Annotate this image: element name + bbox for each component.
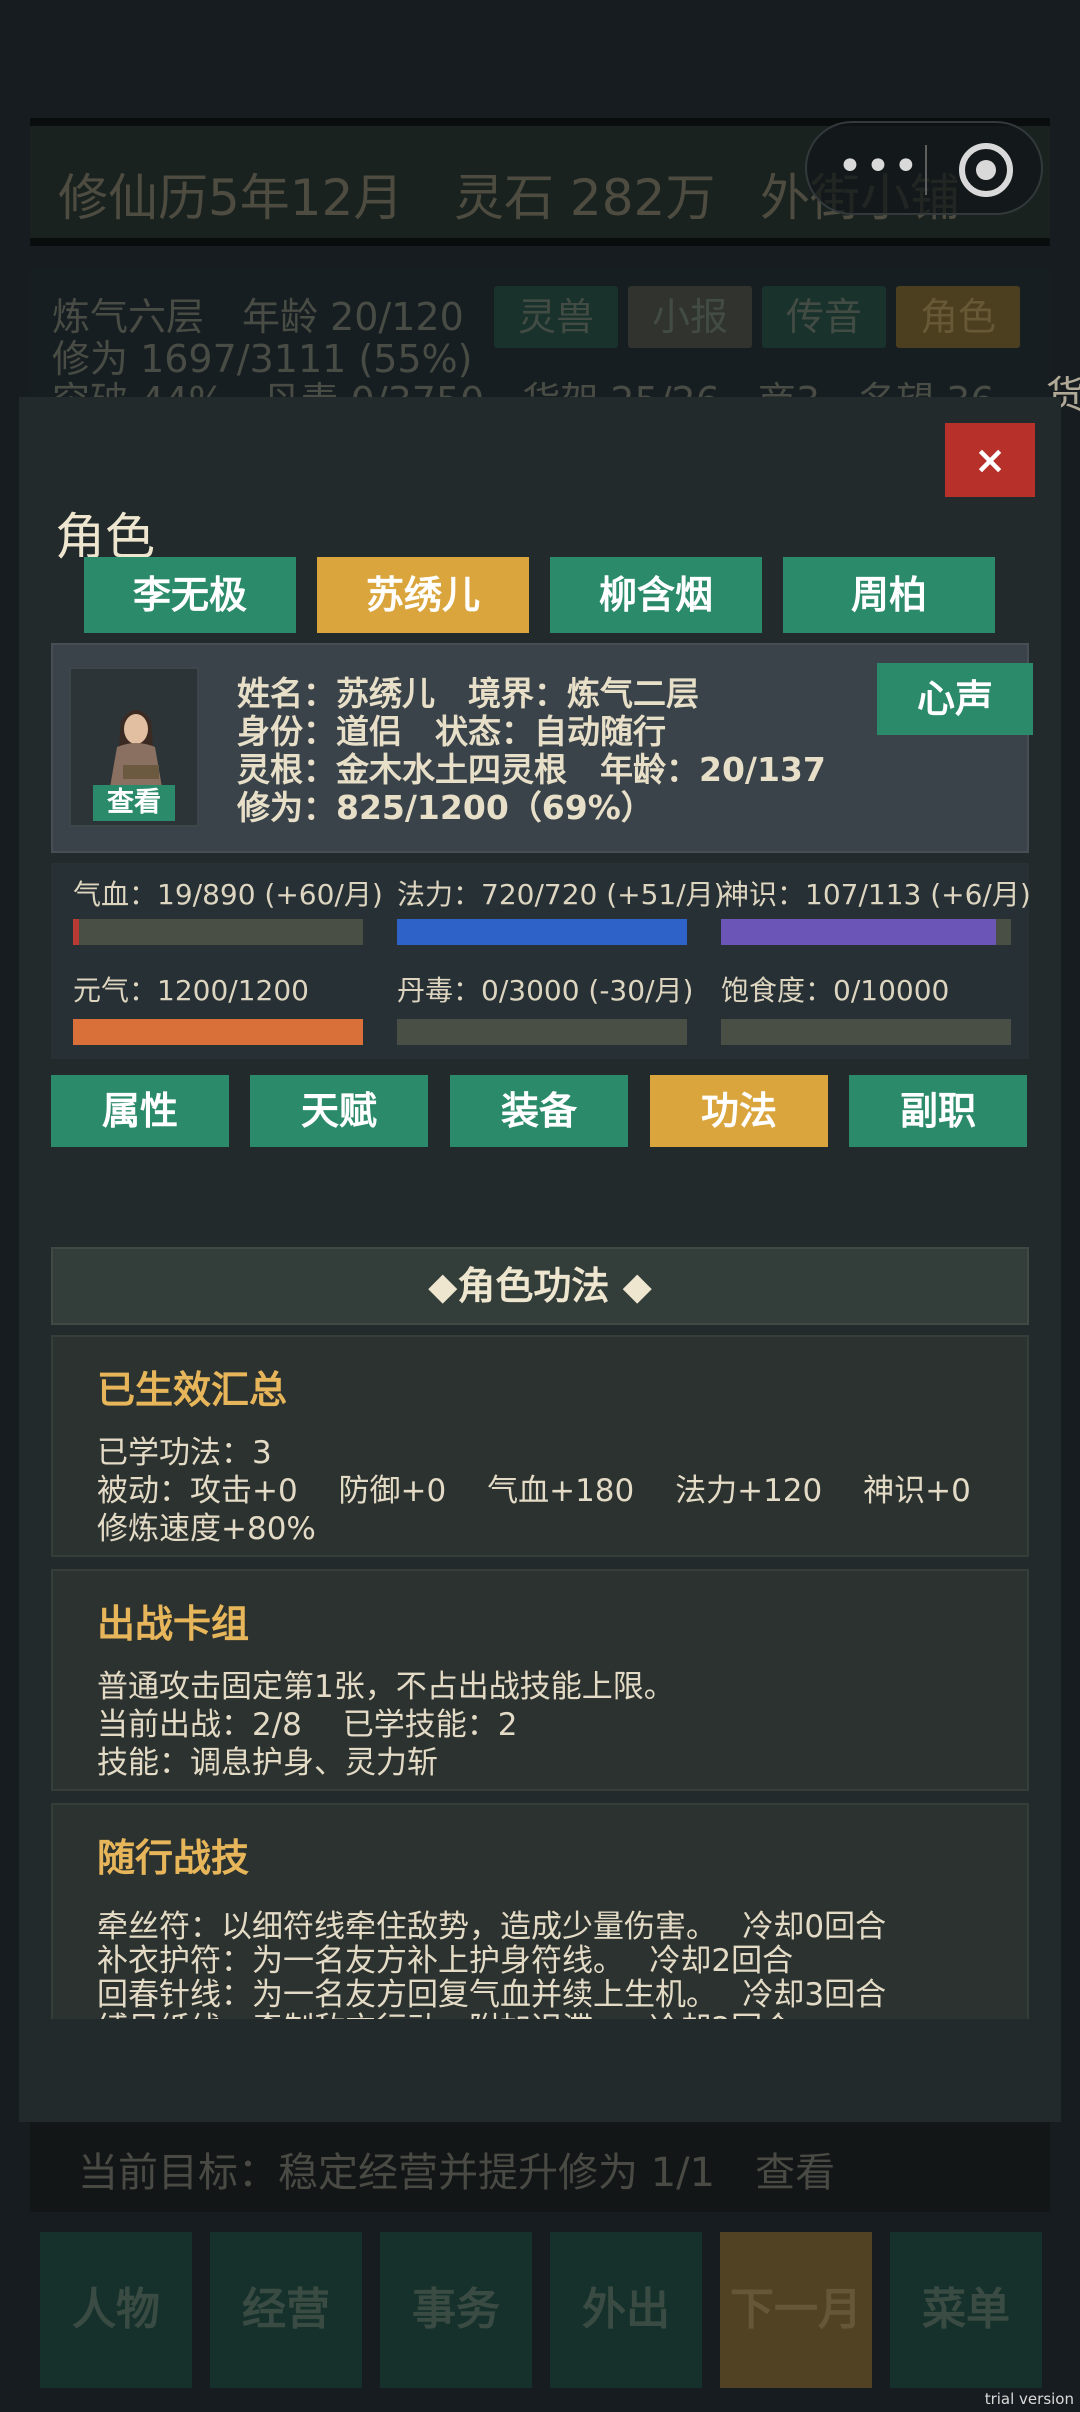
character-tab-su-xiuer[interactable]: 苏绣儿 xyxy=(317,557,529,633)
pill-toxin-label: 丹毒：0/3000 (-30/月) xyxy=(397,974,694,1007)
card-line: 修炼速度+80% xyxy=(97,1511,316,1547)
inner-voice-button[interactable]: 心声 xyxy=(877,663,1033,735)
character-tab-liu-hanyan[interactable]: 柳含烟 xyxy=(550,557,762,633)
section-title: ◆角色功法 ◆ xyxy=(51,1247,1029,1325)
view-button[interactable]: 查看 xyxy=(93,785,175,821)
character-info-panel: 查看 姓名：苏绣儿 境界：炼气二层 身份：道侣 状态：自动随行 灵根：金木水土四… xyxy=(51,643,1033,853)
card-title: 出战卡组 xyxy=(97,1602,250,1646)
info-cultivation: 修为：825/1200（69%） xyxy=(237,788,654,827)
tab-techniques[interactable]: 功法 xyxy=(650,1075,828,1147)
attribute-bars-panel: 气血：19/890 (+60/月) 法力：720/720 (+51/月) 神识：… xyxy=(51,863,1031,1059)
pill-toxin-bar xyxy=(397,1019,687,1045)
mana-bar xyxy=(397,919,687,945)
card-title: 已生效汇总 xyxy=(97,1368,288,1412)
modal-footer xyxy=(19,2019,1061,2122)
hp-bar xyxy=(73,919,363,945)
spirit-sense-bar xyxy=(721,919,1011,945)
vitality-bar xyxy=(73,1019,363,1045)
character-tab-zhou-bai[interactable]: 周柏 xyxy=(783,557,995,633)
mana-label: 法力：720/720 (+51/月) xyxy=(397,878,725,911)
tab-equipment[interactable]: 装备 xyxy=(450,1075,628,1147)
card-line: 技能：调息护身、灵力斩 xyxy=(97,1745,438,1781)
character-modal: × 角色 李无极 苏绣儿 柳含烟 周柏 查看 姓名：苏绣儿 境界：炼气二层 身份… xyxy=(19,397,1061,2122)
vitality-label: 元气：1200/1200 xyxy=(73,974,309,1007)
character-tab-li-wuji[interactable]: 李无极 xyxy=(84,557,296,633)
satiety-label: 饱食度：0/10000 xyxy=(721,974,950,1007)
card-title: 随行战技 xyxy=(97,1836,250,1880)
battle-deck-card: 出战卡组 普通攻击固定第1张，不占出战技能上限。 当前出战：2/8 已学技能：2… xyxy=(51,1569,1029,1791)
hp-label: 气血：19/890 (+60/月) xyxy=(73,878,383,911)
effective-summary-card: 已生效汇总 已学功法：3 被动：攻击+0 防御+0 气血+180 法力+120 … xyxy=(51,1335,1029,1557)
tab-talents[interactable]: 天赋 xyxy=(250,1075,428,1147)
tab-attributes[interactable]: 属性 xyxy=(51,1075,229,1147)
character-portrait[interactable]: 查看 xyxy=(69,667,199,827)
tab-side-job[interactable]: 副职 xyxy=(849,1075,1027,1147)
satiety-bar xyxy=(721,1019,1011,1045)
spirit-sense-label: 神识：107/113 (+6/月) xyxy=(721,878,1031,911)
close-button[interactable]: × xyxy=(945,423,1035,497)
